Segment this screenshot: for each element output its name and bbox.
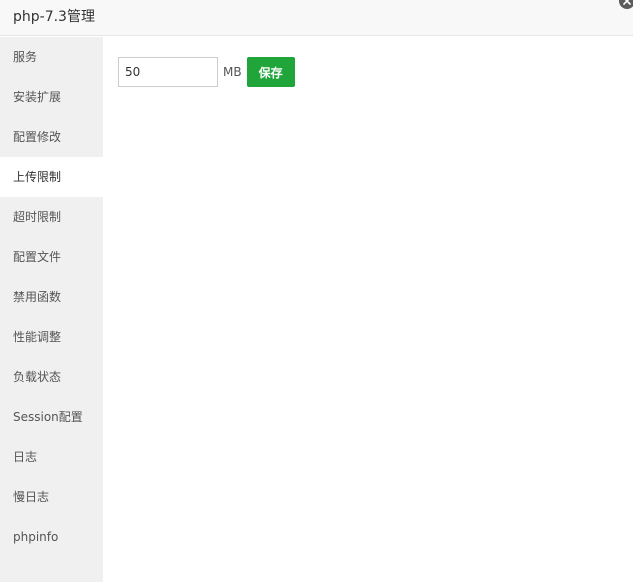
sidebar-item-phpinfo[interactable]: phpinfo xyxy=(0,517,103,557)
sidebar: 服务 安装扩展 配置修改 上传限制 超时限制 配置文件 禁用函数 性能调整 负载… xyxy=(0,37,103,582)
sidebar-item-timeout-limit[interactable]: 超时限制 xyxy=(0,197,103,237)
sidebar-item-install-extensions[interactable]: 安装扩展 xyxy=(0,77,103,117)
sidebar-item-slow-log[interactable]: 慢日志 xyxy=(0,477,103,517)
sidebar-item-disabled-functions[interactable]: 禁用函数 xyxy=(0,277,103,317)
save-button[interactable]: 保存 xyxy=(246,57,295,87)
upload-size-input[interactable] xyxy=(118,57,218,87)
sidebar-item-config-file[interactable]: 配置文件 xyxy=(0,237,103,277)
sidebar-item-upload-limit[interactable]: 上传限制 xyxy=(0,157,103,197)
sidebar-item-session-config[interactable]: Session配置 xyxy=(0,397,103,437)
title-bar: php-7.3管理 xyxy=(0,0,633,36)
sidebar-item-load-status[interactable]: 负载状态 xyxy=(0,357,103,397)
sidebar-item-config-edit[interactable]: 配置修改 xyxy=(0,117,103,157)
sidebar-item-service[interactable]: 服务 xyxy=(0,37,103,77)
sidebar-item-log[interactable]: 日志 xyxy=(0,437,103,477)
sidebar-item-performance[interactable]: 性能调整 xyxy=(0,317,103,357)
window-title: php-7.3管理 xyxy=(13,9,95,25)
upload-limit-row: MB 保存 xyxy=(118,57,295,87)
php-manager-window: php-7.3管理 服务 安装扩展 配置修改 上传限制 超时限制 配置文件 禁用… xyxy=(0,0,633,582)
unit-label: MB xyxy=(223,65,242,79)
upload-limit-panel: MB 保存 xyxy=(103,37,633,582)
close-icon xyxy=(623,0,631,5)
